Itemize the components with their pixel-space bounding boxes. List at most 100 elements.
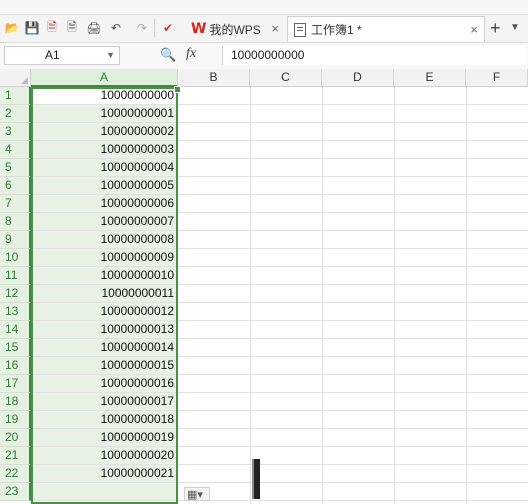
table-row: 10000000020 [31, 447, 528, 465]
wps-logo-icon: W [191, 21, 207, 37]
save-icon[interactable]: 💾 [24, 20, 40, 36]
row-header[interactable]: 7 [0, 195, 31, 213]
cell-a21[interactable]: 10000000020 [31, 447, 178, 464]
new-tab-button[interactable]: + [490, 18, 501, 39]
row-header[interactable]: 3 [0, 123, 31, 141]
cell-a7[interactable]: 10000000006 [31, 195, 178, 212]
table-row: 10000000011 [31, 285, 528, 303]
table-row: 10000000016 [31, 375, 528, 393]
select-all-corner[interactable] [0, 69, 31, 87]
cell-a19[interactable]: 10000000018 [31, 411, 178, 428]
cell-a10[interactable]: 10000000009 [31, 249, 178, 266]
toolbar: 📂 💾 🗎 🗎 🖨 ↶ ↷ ✔ W 我的WPS × 工作簿1 * × + ▼ [0, 0, 528, 43]
print-preview-icon[interactable]: 🗎 [64, 20, 80, 36]
cell-a4[interactable]: 10000000003 [31, 141, 178, 158]
table-row: 10000000009 [31, 249, 528, 267]
table-row: 10000000012 [31, 303, 528, 321]
sheet-grid[interactable]: A B C D E F 1 10000000000 2 10000000001 3 100… [0, 69, 528, 504]
title-strip [0, 0, 528, 15]
table-row [31, 483, 528, 501]
close-icon[interactable]: × [271, 21, 279, 36]
cell-a13[interactable]: 10000000012 [31, 303, 178, 320]
row-header[interactable]: 12 [0, 285, 31, 303]
column-header-d[interactable]: D [322, 69, 394, 87]
row-header[interactable]: 21 [0, 447, 31, 465]
undo-icon[interactable]: ↶ [108, 20, 124, 36]
row-header[interactable]: 4 [0, 141, 31, 159]
row-header[interactable]: 6 [0, 177, 31, 195]
row-header[interactable]: 23 [0, 483, 31, 501]
cell-a16[interactable]: 10000000015 [31, 357, 178, 374]
cell-a15[interactable]: 10000000014 [31, 339, 178, 356]
row-header[interactable]: 2 [0, 105, 31, 123]
pdf-icon[interactable]: 🗎 [44, 20, 60, 36]
column-header-b[interactable]: B [178, 69, 250, 87]
cell-a22[interactable]: 10000000021 [31, 465, 178, 482]
table-row: 10000000013 [31, 321, 528, 339]
row-header[interactable]: 13 [0, 303, 31, 321]
table-row: 10000000000 [31, 87, 528, 105]
cell-a6[interactable]: 10000000005 [31, 177, 178, 194]
tab-label: 我的WPS [209, 22, 261, 37]
cell-a8[interactable]: 10000000007 [31, 213, 178, 230]
table-row: 10000000008 [31, 231, 528, 249]
row-header[interactable]: 1 [0, 87, 31, 105]
chevron-down-icon[interactable]: ▼ [106, 47, 115, 64]
row-header[interactable]: 22 [0, 465, 31, 483]
cell-a11[interactable]: 10000000010 [31, 267, 178, 284]
cell-a20[interactable]: 10000000019 [31, 429, 178, 446]
table-row: 10000000017 [31, 393, 528, 411]
table-row: 10000000007 [31, 213, 528, 231]
table-row: 10000000006 [31, 195, 528, 213]
row-header[interactable]: 9 [0, 231, 31, 249]
toolbar-separator [154, 19, 155, 37]
row-header[interactable]: 15 [0, 339, 31, 357]
function-icon[interactable]: fx [186, 46, 196, 62]
row-header[interactable]: 14 [0, 321, 31, 339]
tab-my-wps[interactable]: W 我的WPS × [185, 16, 285, 42]
column-header-c[interactable]: C [250, 69, 322, 87]
cell-a12[interactable]: 10000000011 [31, 285, 178, 302]
print-icon[interactable]: 🖨 [86, 20, 102, 36]
open-icon[interactable]: 📂 [4, 20, 20, 36]
row-header[interactable]: 17 [0, 375, 31, 393]
cell-a1[interactable]: 10000000000 [31, 87, 178, 104]
table-row: 10000000003 [31, 141, 528, 159]
row-header[interactable]: 11 [0, 267, 31, 285]
name-box[interactable]: A1 ▼ [4, 46, 120, 65]
cell-a14[interactable]: 10000000013 [31, 321, 178, 338]
fill-handle[interactable] [174, 86, 181, 93]
cell-a17[interactable]: 10000000016 [31, 375, 178, 392]
column-header-e[interactable]: E [394, 69, 466, 87]
row-header[interactable]: 19 [0, 411, 31, 429]
cell-reference: A1 [45, 48, 60, 62]
column-header-f[interactable]: F [466, 69, 528, 87]
row-header[interactable]: 16 [0, 357, 31, 375]
paste-options-button[interactable]: ▦▾ [184, 487, 210, 501]
redo-icon[interactable]: ↷ [134, 20, 150, 36]
format-painter-icon[interactable]: ✔ [160, 20, 176, 36]
table-row: 10000000015 [31, 357, 528, 375]
row-header[interactable]: 10 [0, 249, 31, 267]
table-row: 10000000018 [31, 411, 528, 429]
cell-a5[interactable]: 10000000004 [31, 159, 178, 176]
cell-a3[interactable]: 10000000002 [31, 123, 178, 140]
tab-workbook[interactable]: 工作簿1 * × [287, 16, 485, 42]
row-header[interactable]: 8 [0, 213, 31, 231]
table-row: 10000000001 [31, 105, 528, 123]
row-header[interactable]: 18 [0, 393, 31, 411]
close-icon[interactable]: × [470, 22, 478, 37]
table-row: 10000000002 [31, 123, 528, 141]
cell-a18[interactable]: 10000000017 [31, 393, 178, 410]
zoom-icon[interactable]: 🔍 [160, 47, 176, 63]
cell-a9[interactable]: 10000000008 [31, 231, 178, 248]
table-row: 10000000004 [31, 159, 528, 177]
column-header-a[interactable]: A [31, 69, 178, 87]
cell-a23[interactable] [31, 483, 178, 500]
formula-input[interactable]: 10000000000 [222, 46, 526, 65]
row-header[interactable]: 5 [0, 159, 31, 177]
chevron-down-icon[interactable]: ▼ [510, 22, 520, 33]
row-header[interactable]: 20 [0, 429, 31, 447]
cell-a2[interactable]: 10000000001 [31, 105, 178, 122]
text-cursor-icon [252, 459, 260, 499]
